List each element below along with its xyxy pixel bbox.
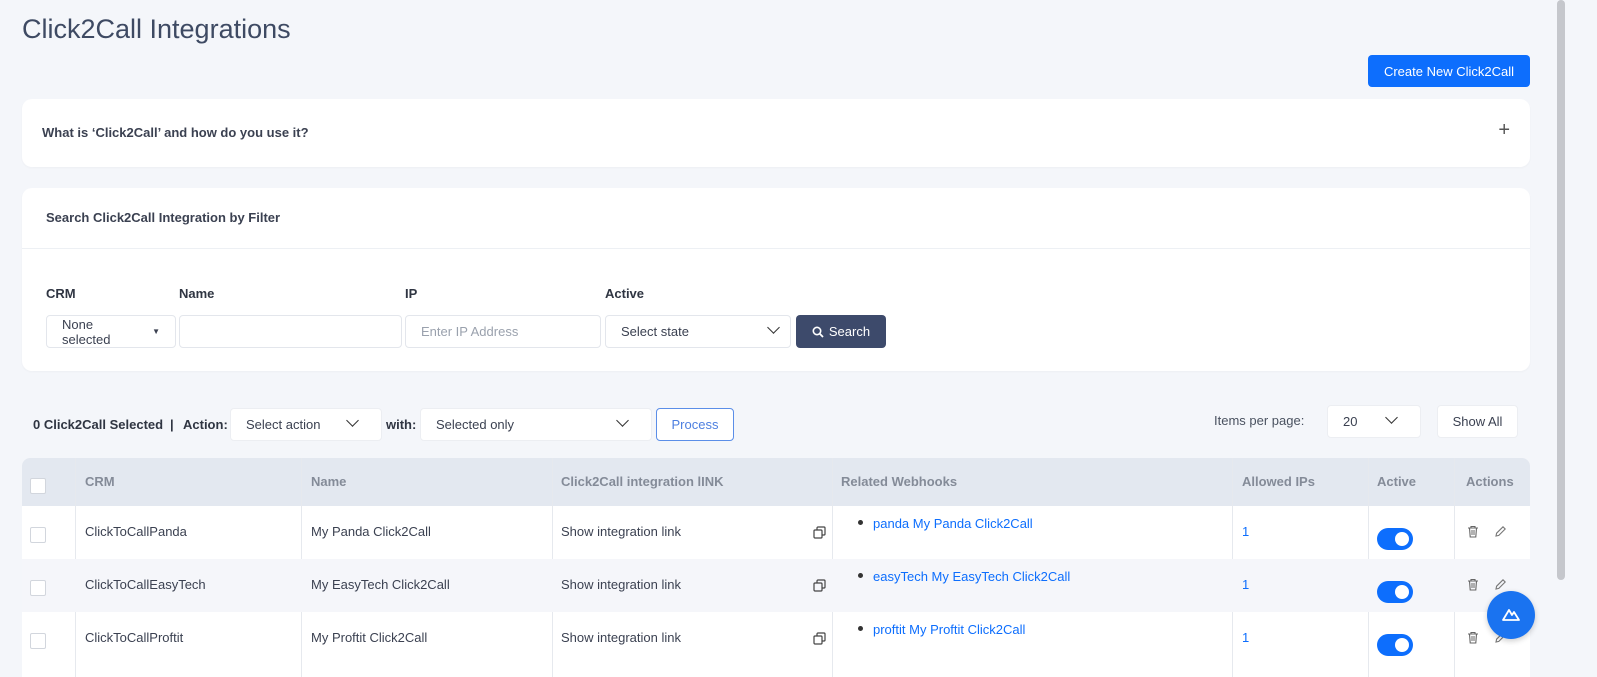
active-state-select[interactable]: Select state	[605, 315, 791, 348]
header-link: Click2Call integration lINK	[561, 474, 724, 489]
show-integration-link[interactable]: Show integration link	[561, 630, 681, 645]
items-per-page-value: 20	[1343, 414, 1358, 429]
active-toggle[interactable]	[1377, 581, 1413, 603]
related-webhook[interactable]: easyTech My EasyTech Click2Call	[858, 569, 1070, 584]
webhook-link[interactable]: proftit My Proftit Click2Call	[873, 622, 1025, 637]
name-label: Name	[179, 286, 215, 301]
crm-select-value: None selected	[62, 316, 111, 347]
webhook-link[interactable]: easyTech My EasyTech Click2Call	[873, 569, 1070, 584]
mountain-logo-icon	[1502, 609, 1520, 621]
row-crm: ClickToCallProftit	[85, 630, 184, 645]
selected-count: 0 Click2Call Selected	[33, 417, 164, 432]
with-select-value: Selected only	[436, 417, 515, 432]
allowed-ips-count[interactable]: 1	[1242, 630, 1249, 645]
header-actions: Actions	[1466, 474, 1514, 489]
process-button[interactable]: Process	[656, 408, 734, 441]
row-name: My Panda Click2Call	[311, 524, 431, 539]
filter-panel: Search Click2Call Integration by Filter …	[22, 188, 1530, 371]
active-label: Active	[605, 286, 645, 301]
action-label: Action:	[183, 417, 228, 432]
related-webhook[interactable]: proftit My Proftit Click2Call	[858, 622, 1025, 637]
table-row: ClickToCallPanda My Panda Click2Call Sho…	[22, 506, 1530, 559]
page-scrollbar[interactable]	[1557, 0, 1565, 580]
row-checkbox[interactable]	[30, 633, 46, 649]
plus-icon[interactable]: +	[1498, 119, 1510, 142]
faq-accordion[interactable]: What is ‘Click2Call’ and how do you use …	[22, 99, 1530, 167]
row-crm: ClickToCallEasyTech	[85, 577, 206, 592]
chevron-down-icon	[767, 321, 780, 334]
header-webhooks: Related Webhooks	[841, 474, 958, 489]
table-row: ClickToCallProftit My Proftit Click2Call…	[22, 612, 1530, 665]
search-button-label: Search	[828, 324, 871, 339]
row-name: My Proftit Click2Call	[311, 630, 428, 645]
with-label: with:	[386, 417, 417, 432]
trash-icon[interactable]	[1465, 523, 1481, 539]
items-per-page-label: Items per page:	[1214, 413, 1305, 428]
with-select[interactable]: Selected only	[420, 408, 652, 441]
row-checkbox[interactable]	[30, 580, 46, 596]
integrations-table: CRM Name Click2Call integration lINK Rel…	[22, 458, 1530, 677]
pencil-icon[interactable]	[1492, 523, 1508, 539]
trash-icon[interactable]	[1465, 629, 1481, 645]
crm-select[interactable]: None selected ▼	[46, 315, 176, 348]
bullet-icon	[858, 520, 863, 526]
header-crm[interactable]: CRM	[85, 474, 115, 489]
faq-title: What is ‘Click2Call’ and how do you use …	[42, 125, 309, 140]
active-toggle[interactable]	[1377, 634, 1413, 656]
copy-icon[interactable]	[811, 524, 827, 540]
name-input[interactable]	[179, 315, 402, 348]
webhook-link[interactable]: panda My Panda Click2Call	[873, 516, 1033, 531]
bulk-action-toolbar: 0 Click2Call Selected | Action: Select a…	[0, 405, 1597, 442]
copy-icon[interactable]	[811, 630, 827, 646]
create-new-click2call-button[interactable]: Create New Click2Call	[1368, 55, 1530, 87]
chevron-down-icon	[1385, 411, 1398, 424]
caret-down-icon: ▼	[152, 327, 160, 336]
header-active: Active	[1377, 474, 1417, 489]
action-select[interactable]: Select action	[230, 408, 382, 441]
show-all-button[interactable]: Show All	[1437, 405, 1518, 438]
related-webhook[interactable]: panda My Panda Click2Call	[858, 516, 1033, 531]
crm-label: CRM	[46, 286, 76, 301]
header-allowed-ips: Allowed IPs	[1242, 474, 1315, 489]
ip-input[interactable]: Enter IP Address	[405, 315, 601, 348]
table-row: ClickToCallEasyTech My EasyTech Click2Ca…	[22, 559, 1530, 612]
row-crm: ClickToCallPanda	[85, 524, 187, 539]
filter-title: Search Click2Call Integration by Filter	[46, 210, 281, 225]
items-per-page-select[interactable]: 20	[1327, 405, 1421, 438]
table-header: CRM Name Click2Call integration lINK Rel…	[22, 458, 1530, 506]
active-state-value: Select state	[621, 324, 689, 339]
pencil-icon[interactable]	[1492, 576, 1508, 592]
filter-divider	[22, 248, 1530, 249]
chevron-down-icon	[346, 414, 359, 427]
active-toggle[interactable]	[1377, 528, 1413, 550]
row-name: My EasyTech Click2Call	[311, 577, 450, 592]
header-name[interactable]: Name	[311, 474, 346, 489]
copy-icon[interactable]	[811, 577, 827, 593]
page-title: Click2Call Integrations	[22, 14, 291, 44]
row-checkbox[interactable]	[30, 527, 46, 543]
bullet-icon	[858, 626, 863, 632]
select-all-checkbox[interactable]	[30, 478, 46, 494]
floating-action-button[interactable]	[1487, 591, 1535, 639]
search-icon	[812, 325, 824, 338]
search-button[interactable]: Search	[796, 315, 886, 348]
toolbar-separator: |	[170, 417, 174, 432]
allowed-ips-count[interactable]: 1	[1242, 524, 1249, 539]
action-select-value: Select action	[246, 417, 321, 432]
bullet-icon	[858, 573, 863, 579]
show-integration-link[interactable]: Show integration link	[561, 524, 681, 539]
ip-label: IP	[405, 286, 418, 301]
chevron-down-icon	[616, 414, 629, 427]
trash-icon[interactable]	[1465, 576, 1481, 592]
allowed-ips-count[interactable]: 1	[1242, 577, 1249, 592]
show-integration-link[interactable]: Show integration link	[561, 577, 681, 592]
